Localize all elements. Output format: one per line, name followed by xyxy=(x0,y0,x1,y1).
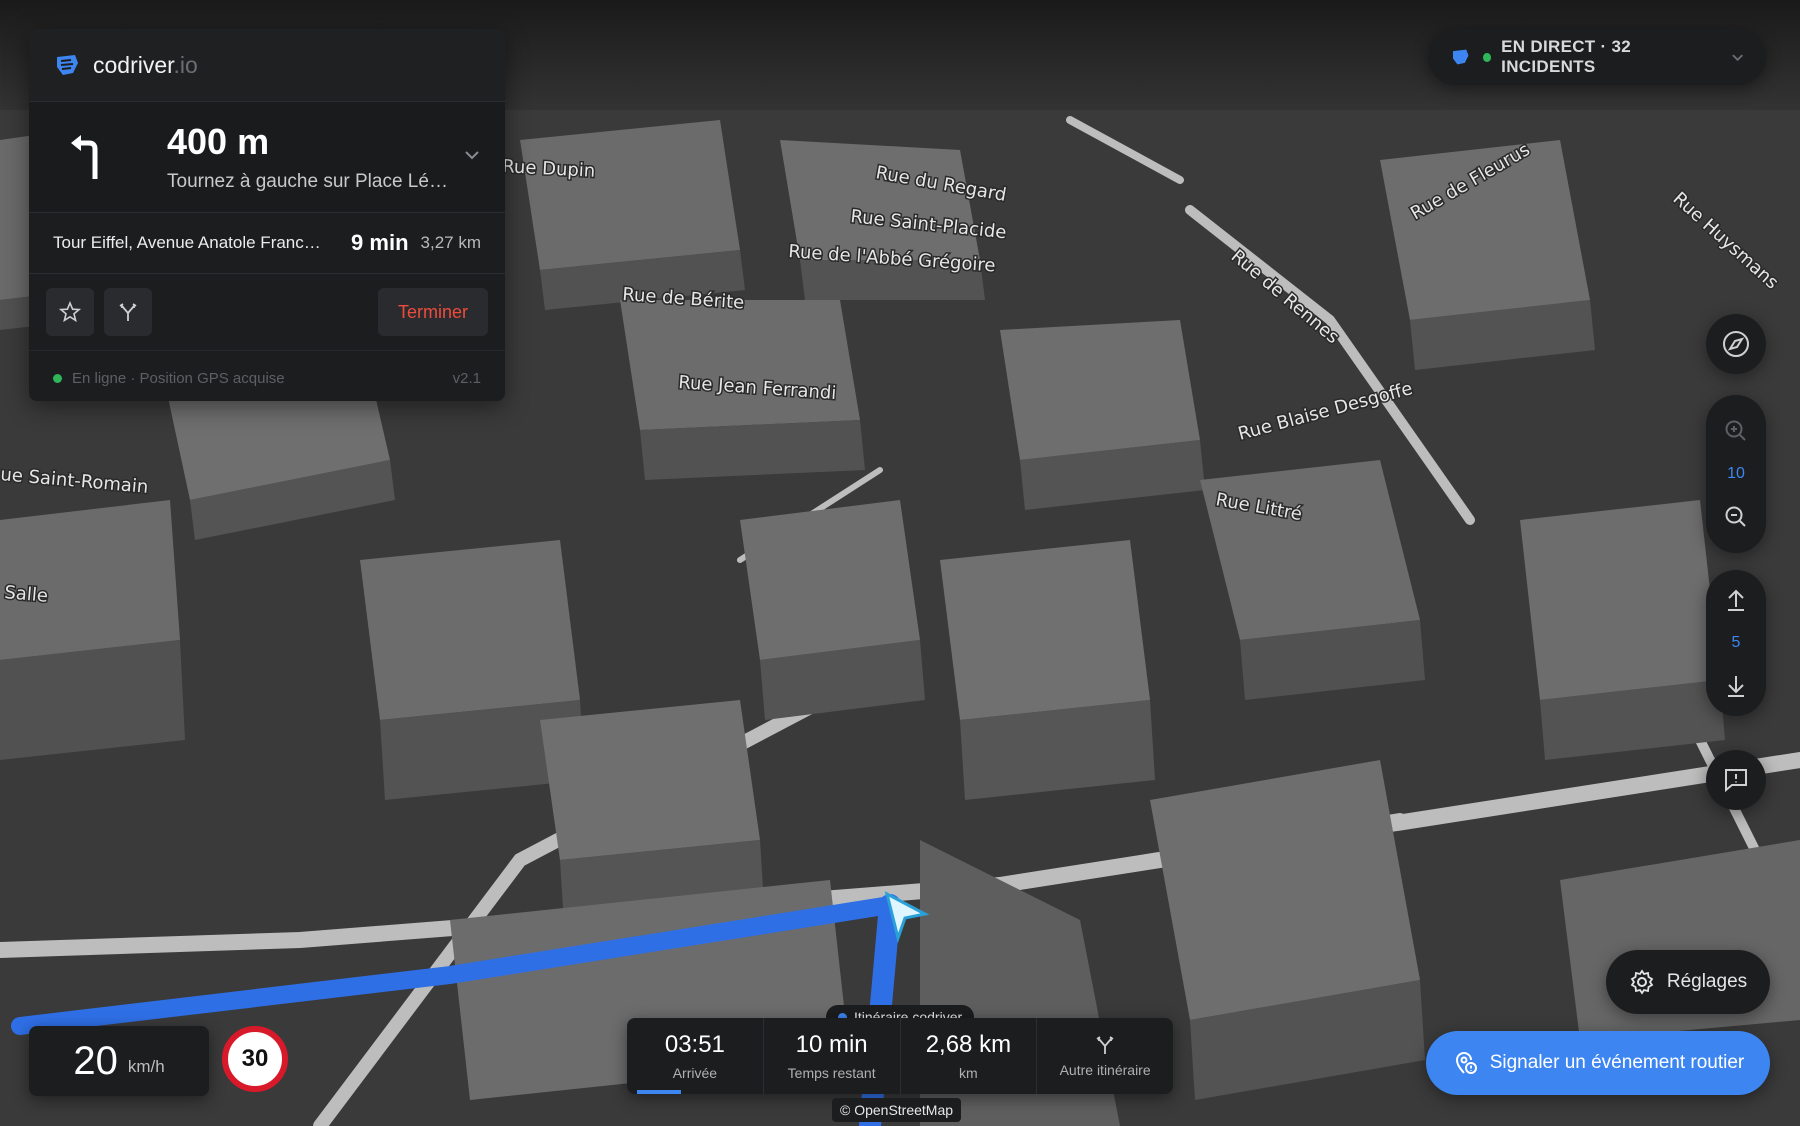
codriver-logo-icon xyxy=(57,55,78,75)
arrow-down-icon xyxy=(1728,676,1744,697)
route-fork-icon xyxy=(119,303,137,321)
panel-actions: Terminer xyxy=(29,274,505,350)
zoom-out-button[interactable] xyxy=(1706,487,1766,547)
alternative-route-button[interactable] xyxy=(104,288,152,336)
panel-header: codriver.io xyxy=(29,29,505,102)
remaining-time: 10 min xyxy=(795,1031,868,1058)
end-navigation-button[interactable]: Terminer xyxy=(377,288,488,336)
arrow-up-icon xyxy=(1728,589,1744,611)
app-version: v2.1 xyxy=(452,369,481,387)
compass-control xyxy=(1706,314,1766,374)
speed-limit-sign: 30 xyxy=(222,1026,288,1092)
speedometer: 20 km/h xyxy=(29,1026,209,1096)
remaining-time-cell: 10 min Temps restant xyxy=(764,1018,901,1094)
live-incidents-label: EN DIRECT · 32 INCIDENTS xyxy=(1501,37,1632,76)
location-alert-icon xyxy=(1455,1052,1477,1074)
remaining-distance: 2,68 km xyxy=(925,1031,1012,1058)
favorite-button[interactable] xyxy=(46,288,94,336)
remaining-distance-cell: 2,68 km km xyxy=(901,1018,1038,1094)
remaining-time-label: Temps restant xyxy=(787,1065,876,1081)
zoom-level: 10 xyxy=(1727,465,1745,482)
star-icon xyxy=(59,301,81,323)
turn-instruction-text: Tournez à gauche sur Place Lé… xyxy=(167,171,448,192)
settings-label: Réglages xyxy=(1666,971,1748,992)
live-status-dot xyxy=(1482,52,1492,62)
report-event-label: Signaler un événement routier xyxy=(1489,1052,1745,1073)
tilt-control: 5 xyxy=(1706,570,1766,716)
online-status-dot xyxy=(53,373,62,383)
destination-row[interactable]: Tour Eiffel, Avenue Anatole Franc… 9 min… xyxy=(29,212,505,274)
brand-name: codriver.io xyxy=(93,51,198,78)
compass-button[interactable] xyxy=(1706,314,1766,374)
report-control xyxy=(1706,750,1766,810)
compass-icon xyxy=(1723,331,1749,357)
status-text: En ligne · Position GPS acquise xyxy=(72,369,285,387)
chevron-down-icon xyxy=(1732,54,1743,62)
zoom-in-button[interactable] xyxy=(1706,401,1766,461)
remaining-distance-label: km xyxy=(959,1065,978,1081)
route-fork-icon xyxy=(1096,1036,1114,1054)
alternative-route-cell[interactable]: Autre itinéraire xyxy=(1037,1018,1173,1094)
zoom-in-icon xyxy=(1725,420,1746,441)
chevron-down-icon[interactable] xyxy=(463,146,481,164)
navigation-panel: codriver.io 400 m Tournez à gauche sur P… xyxy=(29,29,505,401)
turn-left-icon xyxy=(71,135,98,179)
codriver-logo-icon xyxy=(1452,49,1469,65)
zoom-control: 10 xyxy=(1706,395,1766,553)
arrival-label: Arrivée xyxy=(672,1065,718,1081)
alternative-route-label: Autre itinéraire xyxy=(1059,1062,1151,1078)
trip-summary: 03:51 Arrivée 10 min Temps restant 2,68 … xyxy=(627,1018,1173,1094)
destination-name: Tour Eiffel, Avenue Anatole Franc… xyxy=(53,233,321,252)
turn-instruction[interactable]: 400 m Tournez à gauche sur Place Lé… xyxy=(29,102,505,212)
trip-progress-bar xyxy=(637,1090,681,1094)
eta-value: 9 min xyxy=(351,230,409,255)
status-bar: En ligne · Position GPS acquise v2.1 xyxy=(29,350,505,401)
zoom-out-icon xyxy=(1725,506,1746,527)
route-distance: 3,27 km xyxy=(420,233,481,252)
live-incidents-pill[interactable]: EN DIRECT · 32 INCIDENTS xyxy=(1428,29,1766,85)
turn-distance: 400 m xyxy=(167,121,270,162)
street-label: Salle xyxy=(4,582,49,607)
settings-button[interactable]: Réglages xyxy=(1606,950,1770,1014)
tilt-up-button[interactable] xyxy=(1706,570,1766,630)
message-alert-icon xyxy=(1725,769,1747,793)
tilt-level: 5 xyxy=(1731,634,1741,651)
arrival-cell: 03:51 Arrivée xyxy=(627,1018,764,1094)
feedback-button[interactable] xyxy=(1706,750,1766,810)
current-speed: 20 xyxy=(73,1038,118,1083)
gear-icon xyxy=(1630,969,1654,995)
speed-unit: km/h xyxy=(127,1057,165,1076)
report-event-button[interactable]: Signaler un événement routier xyxy=(1426,1031,1770,1095)
tilt-down-button[interactable] xyxy=(1706,656,1766,716)
map-attribution[interactable]: © OpenStreetMap xyxy=(832,1098,962,1122)
arrival-time: 03:51 xyxy=(664,1031,725,1058)
